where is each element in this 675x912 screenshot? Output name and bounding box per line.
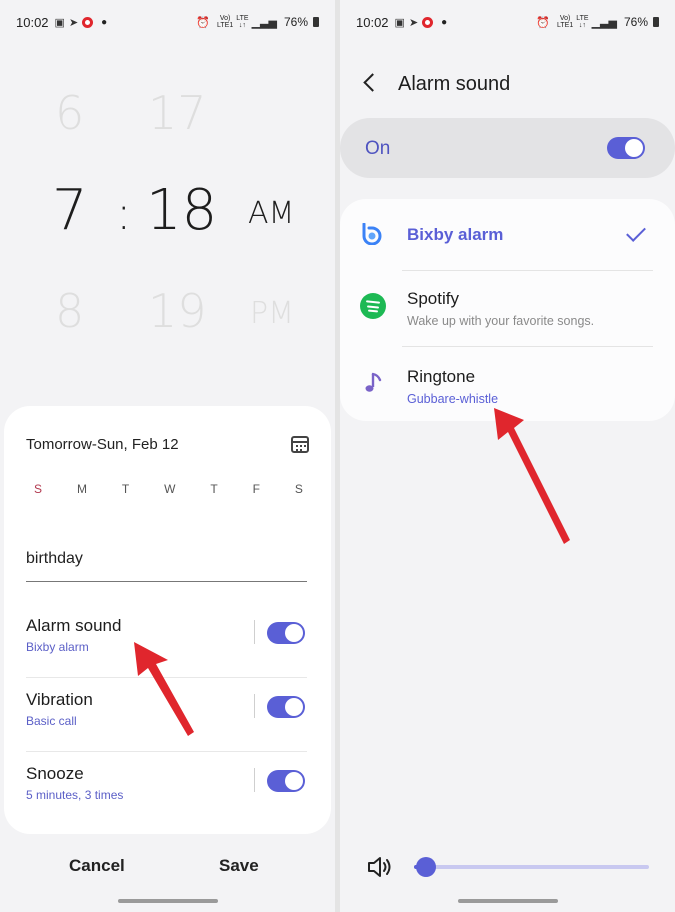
music-note-icon bbox=[365, 372, 382, 392]
volte-icon: Vo) LTE1 bbox=[557, 15, 574, 29]
day-thursday[interactable]: T bbox=[210, 482, 217, 496]
list-item-bixby-alarm[interactable]: Bixby alarm bbox=[340, 199, 675, 271]
toggle-knob bbox=[285, 698, 303, 716]
master-switch-label: On bbox=[365, 138, 391, 159]
divider bbox=[254, 768, 255, 792]
signal-icon: ▁▃▅ bbox=[591, 16, 617, 29]
cancel-button[interactable]: Cancel bbox=[69, 856, 125, 876]
snooze-toggle[interactable] bbox=[267, 770, 305, 792]
spotify-icon bbox=[360, 293, 386, 319]
record-icon bbox=[422, 16, 434, 28]
save-button[interactable]: Save bbox=[219, 856, 259, 876]
home-indicator[interactable] bbox=[118, 899, 218, 903]
calendar-icon[interactable] bbox=[291, 436, 309, 453]
check-icon bbox=[626, 222, 646, 242]
divider bbox=[254, 694, 255, 718]
option-title: Ringtone bbox=[407, 367, 476, 386]
alarm-details-card: Tomorrow-Sun, Feb 12 S M T W T F S birth… bbox=[4, 406, 331, 834]
toggle-knob bbox=[625, 139, 643, 157]
setting-title: Alarm sound bbox=[26, 616, 122, 635]
alarm-edit-screen: 10:02 ▣ ➤ ● ⏰ Vo) LTE1 LTE ↓↑ ▁▃▅ 76% 6 7 … bbox=[0, 0, 335, 912]
list-item-ringtone[interactable]: Ringtone Gubbare-whistle bbox=[340, 347, 675, 421]
status-time: 10:02 bbox=[356, 14, 389, 30]
option-title: Bixby alarm bbox=[407, 225, 504, 244]
alarm-clock-icon: ⏰ bbox=[536, 16, 551, 29]
status-bar: 10:02 ▣ ➤ ● ⏰ Vo) LTE1 LTE ↓↑ ▁▃▅ 76% bbox=[340, 0, 675, 44]
battery-percent: 76% bbox=[623, 15, 648, 29]
option-subtitle: Wake up with your favorite songs. bbox=[407, 314, 595, 328]
sound-options-list: Bixby alarm Spotify Wake up with your fa… bbox=[340, 199, 675, 421]
lte-icon: LTE ↓↑ bbox=[236, 15, 249, 29]
status-time: 10:02 bbox=[16, 14, 49, 30]
home-indicator[interactable] bbox=[458, 899, 558, 903]
page-title: Alarm sound bbox=[398, 73, 511, 95]
signal-icon: ▁▃▅ bbox=[251, 16, 277, 29]
record-icon bbox=[82, 16, 94, 28]
hour-current[interactable]: 7 bbox=[52, 178, 88, 243]
battery-icon bbox=[313, 17, 319, 27]
option-subtitle: Gubbare-whistle bbox=[407, 392, 499, 406]
minute-current[interactable]: 18 bbox=[146, 178, 217, 243]
day-sunday[interactable]: S bbox=[34, 482, 42, 496]
action-bar: Cancel Save bbox=[0, 852, 335, 882]
alarm-date: Tomorrow-Sun, Feb 12 bbox=[26, 436, 179, 453]
day-wednesday[interactable]: W bbox=[164, 482, 175, 496]
telegram-icon: ➤ bbox=[68, 16, 79, 29]
vibration-setting[interactable]: Vibration Basic call bbox=[26, 678, 307, 752]
toggle-knob bbox=[285, 772, 303, 790]
setting-title: Vibration bbox=[26, 690, 93, 709]
day-monday[interactable]: M bbox=[77, 482, 87, 496]
snooze-setting[interactable]: Snooze 5 minutes, 3 times bbox=[26, 752, 307, 826]
minute-prev[interactable]: 17 bbox=[148, 86, 207, 140]
volume-slider-thumb[interactable] bbox=[415, 857, 436, 877]
battery-icon bbox=[653, 17, 659, 27]
day-tuesday[interactable]: T bbox=[122, 482, 129, 496]
volte-icon: Vo) LTE1 bbox=[217, 15, 234, 29]
gallery-icon: ▣ bbox=[54, 16, 65, 29]
option-title: Spotify bbox=[407, 289, 459, 308]
toggle-knob bbox=[285, 624, 303, 642]
notification-dot-icon: ● bbox=[101, 16, 108, 28]
time-separator: : bbox=[116, 186, 132, 240]
alarm-sound-screen: 10:02 ▣ ➤ ● ⏰ Vo) LTE1 LTE ↓↑ ▁▃▅ 76% Alar… bbox=[340, 0, 675, 912]
master-switch-bar[interactable]: On bbox=[340, 118, 675, 178]
alarm-sound-setting[interactable]: Alarm sound Bixby alarm bbox=[26, 604, 307, 678]
lte-icon: LTE ↓↑ bbox=[576, 15, 589, 29]
bixby-icon bbox=[362, 223, 382, 245]
hour-next[interactable]: 8 bbox=[55, 284, 84, 338]
day-saturday[interactable]: S bbox=[295, 482, 303, 496]
notification-dot-icon: ● bbox=[441, 16, 448, 28]
page-header: Alarm sound bbox=[340, 62, 675, 108]
period-next[interactable]: PM bbox=[250, 296, 294, 331]
alarm-name-input[interactable]: birthday bbox=[26, 550, 307, 582]
alarm-sound-toggle[interactable] bbox=[267, 622, 305, 644]
master-toggle[interactable] bbox=[607, 137, 645, 159]
date-row: Tomorrow-Sun, Feb 12 bbox=[26, 436, 309, 453]
alarm-clock-icon: ⏰ bbox=[196, 16, 211, 29]
status-bar: 10:02 ▣ ➤ ● ⏰ Vo) LTE1 LTE ↓↑ ▁▃▅ 76% bbox=[0, 0, 335, 44]
setting-title: Snooze bbox=[26, 764, 84, 783]
vibration-toggle[interactable] bbox=[267, 696, 305, 718]
hour-prev[interactable]: 6 bbox=[55, 86, 84, 140]
volume-icon[interactable] bbox=[366, 855, 394, 879]
setting-subtitle: Bixby alarm bbox=[26, 640, 89, 654]
list-item-spotify[interactable]: Spotify Wake up with your favorite songs… bbox=[340, 271, 675, 347]
volume-control bbox=[340, 850, 675, 884]
back-arrow-icon[interactable] bbox=[363, 73, 382, 92]
telegram-icon: ➤ bbox=[408, 16, 419, 29]
weekday-selector: S M T W T F S bbox=[26, 482, 309, 496]
annotation-arrow-icon bbox=[494, 408, 570, 544]
battery-percent: 76% bbox=[283, 15, 308, 29]
period-current[interactable]: AM bbox=[248, 196, 294, 231]
setting-subtitle: Basic call bbox=[26, 714, 77, 728]
day-friday[interactable]: F bbox=[253, 482, 260, 496]
gallery-icon: ▣ bbox=[394, 16, 405, 29]
volume-track[interactable] bbox=[414, 865, 649, 869]
setting-subtitle: 5 minutes, 3 times bbox=[26, 788, 124, 802]
minute-next[interactable]: 19 bbox=[148, 284, 207, 338]
divider bbox=[254, 620, 255, 644]
